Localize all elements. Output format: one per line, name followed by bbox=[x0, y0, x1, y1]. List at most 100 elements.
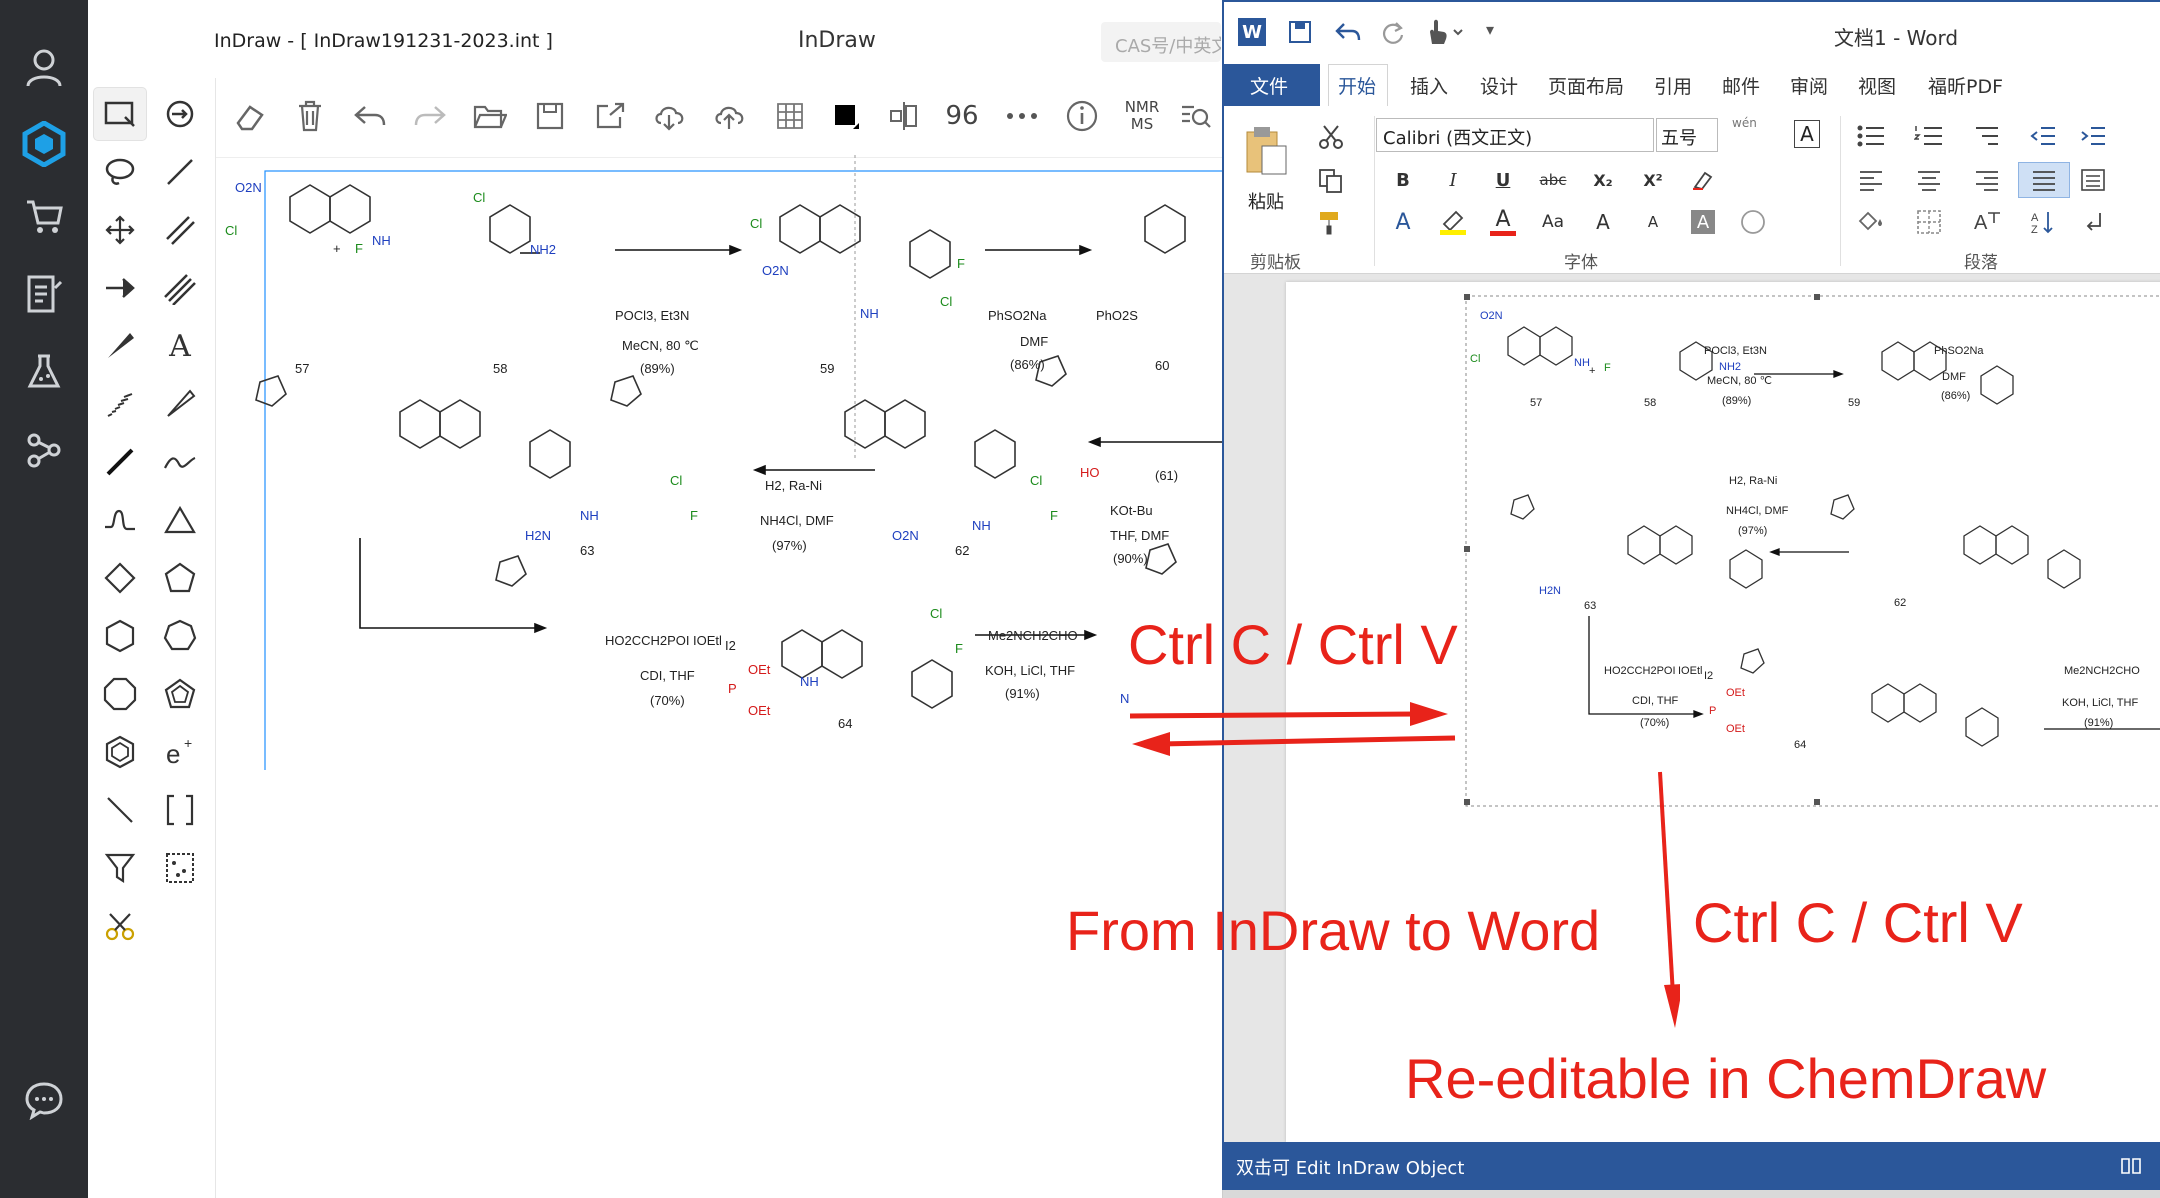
distributed-icon[interactable] bbox=[2074, 162, 2112, 198]
curved-arrow-tool-icon[interactable] bbox=[94, 494, 146, 546]
align-left-icon[interactable] bbox=[1852, 162, 1890, 198]
phonetic-guide-label[interactable]: wén bbox=[1732, 116, 1757, 130]
shrink-font-button[interactable]: A bbox=[1634, 204, 1672, 240]
notebook-icon[interactable] bbox=[16, 266, 72, 322]
hollow-wedge-tool-icon[interactable] bbox=[154, 378, 206, 430]
heptagon-ring-icon[interactable] bbox=[154, 610, 206, 662]
customize-qat-icon[interactable]: ▾ bbox=[1486, 20, 1494, 39]
numbering-icon[interactable] bbox=[1910, 118, 1948, 154]
funnel-icon[interactable] bbox=[94, 842, 146, 894]
eraser-icon[interactable] bbox=[226, 92, 274, 140]
show-marks-icon[interactable] bbox=[2074, 204, 2112, 240]
search-input[interactable]: CAS号/中英文 bbox=[1101, 22, 1221, 62]
tab-design[interactable]: 设计 bbox=[1480, 72, 1518, 99]
cart-icon[interactable] bbox=[16, 188, 72, 244]
clear-format-icon[interactable] bbox=[1684, 162, 1722, 198]
highlight-icon[interactable] bbox=[1434, 204, 1472, 240]
double-bond-tool-icon[interactable] bbox=[154, 204, 206, 256]
tab-layout[interactable]: 页面布局 bbox=[1548, 72, 1624, 99]
align-center-icon[interactable] bbox=[1910, 162, 1948, 198]
zoom-value[interactable]: 96 bbox=[938, 92, 986, 140]
borders-icon[interactable] bbox=[1910, 204, 1948, 240]
wavy-bond-tool-icon[interactable] bbox=[154, 436, 206, 488]
font-name-select[interactable]: Calibri (西文正文) bbox=[1376, 118, 1654, 152]
tab-review[interactable]: 审阅 bbox=[1790, 72, 1828, 99]
embedded-indraw-object[interactable]: O2N Cl NH 57 + F NH2 58 POCl3, Et3N MeCN… bbox=[1464, 294, 2160, 834]
single-bond-tool-icon[interactable] bbox=[154, 146, 206, 198]
increase-indent-icon[interactable] bbox=[2074, 118, 2112, 154]
cyclopentadiene-ring-icon[interactable] bbox=[154, 668, 206, 720]
electron-charge-icon[interactable]: e + bbox=[154, 726, 206, 778]
format-painter-icon[interactable] bbox=[1318, 210, 1344, 240]
share-network-icon[interactable] bbox=[16, 422, 72, 478]
reaction-scheme-canvas[interactable]: O2N Cl NH 57 + F Cl NH2 58 POCl3, Et3N M… bbox=[220, 150, 1223, 770]
triangle-ring-icon[interactable] bbox=[154, 494, 206, 546]
superscript-button[interactable]: X² bbox=[1634, 162, 1672, 198]
decrease-indent-icon[interactable] bbox=[2024, 118, 2062, 154]
color-picker-icon[interactable] bbox=[822, 92, 870, 140]
user-icon[interactable] bbox=[16, 40, 72, 96]
select-rect-tool-icon[interactable] bbox=[94, 88, 146, 140]
info-icon[interactable] bbox=[1058, 92, 1106, 140]
font-color-button[interactable]: A bbox=[1484, 204, 1522, 240]
bold-bond-tool-icon[interactable] bbox=[94, 436, 146, 488]
read-mode-icon[interactable] bbox=[2120, 1156, 2142, 1180]
justify-icon[interactable] bbox=[2018, 162, 2070, 198]
chat-icon[interactable] bbox=[16, 1072, 72, 1128]
enclose-char-icon[interactable] bbox=[1734, 204, 1772, 240]
arrow-tool-icon[interactable] bbox=[94, 262, 146, 314]
scissors-icon[interactable] bbox=[94, 900, 146, 952]
grow-font-button[interactable]: A bbox=[1584, 204, 1622, 240]
subscript-button[interactable]: X₂ bbox=[1584, 162, 1622, 198]
flask-icon[interactable] bbox=[16, 344, 72, 400]
redo-icon[interactable] bbox=[406, 92, 454, 140]
shading-icon[interactable] bbox=[1852, 204, 1890, 240]
bracket-tool-icon[interactable] bbox=[154, 784, 206, 836]
pentagon-ring-icon[interactable] bbox=[154, 552, 206, 604]
more-icon[interactable] bbox=[998, 92, 1046, 140]
tab-references[interactable]: 引用 bbox=[1654, 72, 1692, 99]
cut-icon[interactable] bbox=[1318, 124, 1344, 154]
bullets-icon[interactable] bbox=[1852, 118, 1890, 154]
italic-button[interactable]: I bbox=[1434, 162, 1472, 198]
save-icon[interactable] bbox=[526, 92, 574, 140]
strikethrough-button[interactable]: abc bbox=[1534, 162, 1572, 198]
lasso-tool-icon[interactable] bbox=[94, 146, 146, 198]
grid-icon[interactable] bbox=[766, 92, 814, 140]
change-case-button[interactable]: Aa bbox=[1534, 204, 1572, 240]
tab-mailings[interactable]: 邮件 bbox=[1722, 72, 1760, 99]
copy-icon[interactable] bbox=[1318, 168, 1344, 198]
tab-foxit-pdf[interactable]: 福昕PDF bbox=[1928, 72, 2003, 99]
undo-icon[interactable] bbox=[346, 92, 394, 140]
touch-mode-icon[interactable] bbox=[1424, 18, 1468, 50]
hexagon-ring-icon[interactable] bbox=[94, 610, 146, 662]
octagon-ring-icon[interactable] bbox=[94, 668, 146, 720]
cloud-download-icon[interactable] bbox=[646, 92, 694, 140]
tlc-plate-icon[interactable] bbox=[154, 842, 206, 894]
square-ring-icon[interactable] bbox=[94, 552, 146, 604]
char-border-button[interactable]: A bbox=[1794, 120, 1820, 148]
multilevel-list-icon[interactable] bbox=[1968, 118, 2006, 154]
font-size-select[interactable]: 五号 bbox=[1656, 118, 1718, 152]
benzene-ring-icon[interactable] bbox=[94, 726, 146, 778]
move-tool-icon[interactable] bbox=[94, 204, 146, 256]
trash-icon[interactable] bbox=[286, 92, 334, 140]
nmr-ms-button[interactable]: NMR MS bbox=[1118, 92, 1166, 140]
sort-icon[interactable]: AZ bbox=[2024, 204, 2062, 240]
triple-bond-tool-icon[interactable] bbox=[154, 262, 206, 314]
bold-button[interactable]: B bbox=[1384, 162, 1422, 198]
align-right-icon[interactable] bbox=[1968, 162, 2006, 198]
paste-icon[interactable] bbox=[1244, 124, 1290, 180]
wedge-bond-tool-icon[interactable] bbox=[94, 320, 146, 372]
paste-label[interactable]: 粘贴 bbox=[1248, 188, 1284, 214]
molecule-logo-icon[interactable] bbox=[16, 116, 72, 172]
word-repeat-icon[interactable] bbox=[1380, 20, 1406, 50]
quick-save-icon[interactable] bbox=[1288, 20, 1312, 48]
tab-view[interactable]: 视图 bbox=[1858, 72, 1896, 99]
align-icon[interactable] bbox=[880, 92, 928, 140]
underline-button[interactable]: U bbox=[1484, 162, 1522, 198]
tab-insert[interactable]: 插入 bbox=[1410, 72, 1448, 99]
hash-bond-tool-icon[interactable] bbox=[94, 378, 146, 430]
open-folder-icon[interactable] bbox=[466, 92, 514, 140]
char-shading-button[interactable]: A bbox=[1684, 204, 1722, 240]
